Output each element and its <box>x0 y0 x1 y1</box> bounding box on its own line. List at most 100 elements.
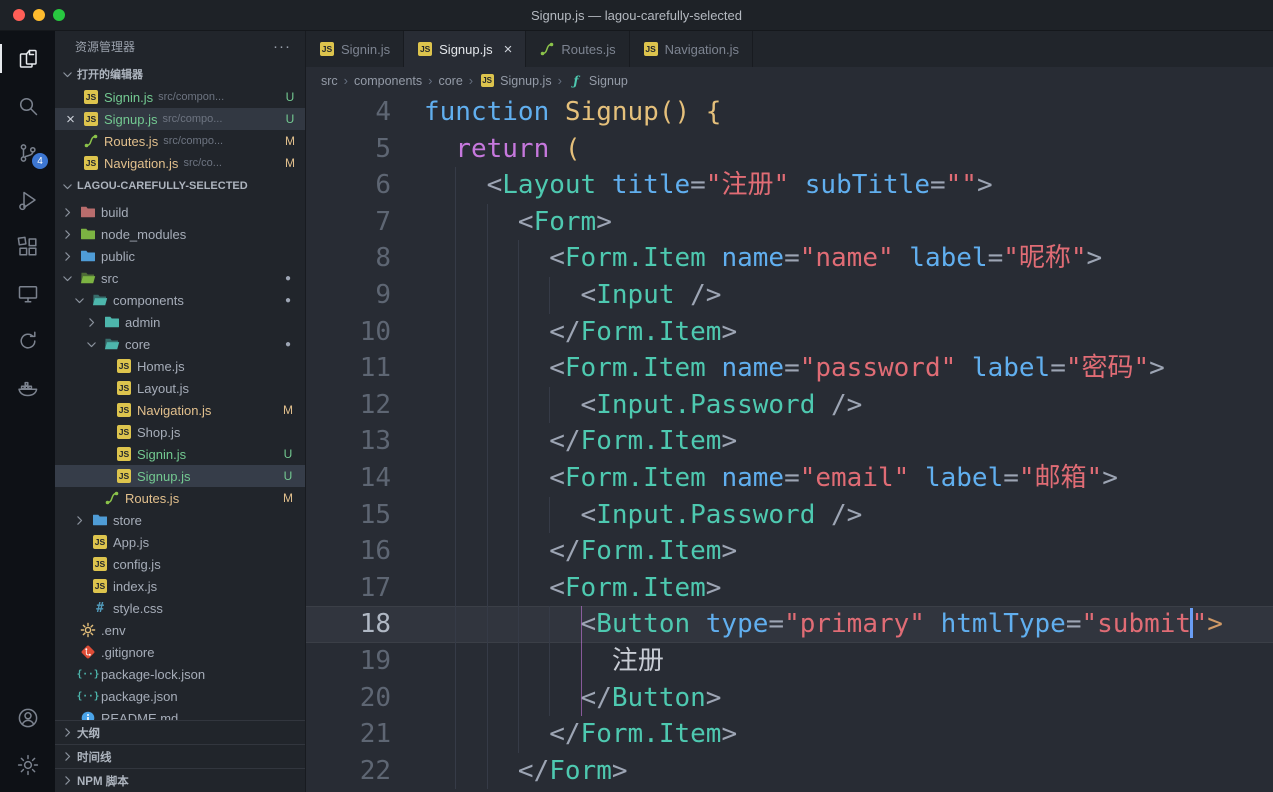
account-button[interactable] <box>0 694 55 741</box>
open-editor-signin-js[interactable]: JSSignin.jssrc/compon...U <box>55 86 305 108</box>
code-line-18[interactable]: 18 <Button type="primary" htmlType="subm… <box>306 606 1273 643</box>
code-line-17[interactable]: 17 <Form.Item> <box>306 570 1273 607</box>
tree-item-signin-js[interactable]: JSSignin.jsU <box>55 443 305 465</box>
code-line-9[interactable]: 9 <Input /> <box>306 277 1273 314</box>
chevron-spacer <box>71 600 87 616</box>
tree-item-components[interactable]: components● <box>55 289 305 311</box>
zoom-button[interactable] <box>53 9 65 21</box>
code-line-12[interactable]: 12 <Input.Password /> <box>306 387 1273 424</box>
breadcrumb-item-signup-js[interactable]: JSSignup.js <box>479 73 551 89</box>
tree-item-node-modules[interactable]: node_modules <box>55 223 305 245</box>
tree-item-public[interactable]: public <box>55 245 305 267</box>
code-line-22[interactable]: 22 </Form> <box>306 753 1273 790</box>
tree-item-style-css[interactable]: #style.css <box>55 597 305 619</box>
open-editor-routes-js[interactable]: Routes.jssrc/compo...M <box>55 130 305 152</box>
code-line-11[interactable]: 11 <Form.Item name="password" label="密码"… <box>306 350 1273 387</box>
extensions-button[interactable] <box>0 223 55 270</box>
tree-item-routes-js[interactable]: Routes.jsM <box>55 487 305 509</box>
close-icon[interactable]: × <box>63 112 78 127</box>
js-file-icon: JS <box>116 402 132 418</box>
tree-item-store[interactable]: store <box>55 509 305 531</box>
js-file-icon: JS <box>83 155 99 171</box>
tree-item-gitignore[interactable]: .gitignore <box>55 641 305 663</box>
code-line-6[interactable]: 6 <Layout title="注册" subTitle=""> <box>306 167 1273 204</box>
open-editors-header[interactable]: 打开的编辑器 <box>55 62 305 86</box>
routes-file-icon <box>539 41 555 57</box>
tab-signin-js[interactable]: JSSignin.js <box>306 31 404 67</box>
tree-item-admin[interactable]: admin <box>55 311 305 333</box>
line-content: </Form.Item> <box>418 314 1273 351</box>
tree-item-package-lock-json[interactable]: {··}package-lock.json <box>55 663 305 685</box>
code-line-21[interactable]: 21 </Form.Item> <box>306 716 1273 753</box>
code-line-16[interactable]: 16 </Form.Item> <box>306 533 1273 570</box>
tree-item-build[interactable]: build <box>55 201 305 223</box>
json-file-icon: {··} <box>80 688 96 704</box>
run-debug-button[interactable] <box>0 176 55 223</box>
code-line-15[interactable]: 15 <Input.Password /> <box>306 497 1273 534</box>
sync-button[interactable] <box>0 317 55 364</box>
breadcrumb-item-src[interactable]: src <box>321 74 338 88</box>
explorer-button[interactable] <box>0 35 55 82</box>
tab-signup-js[interactable]: JSSignup.js× <box>404 31 526 67</box>
vscode-window: Signup.js — lagou-carefully-selected 4 资… <box>0 0 1273 792</box>
code-line-19[interactable]: 19 注册 <box>306 643 1273 680</box>
minimize-button[interactable] <box>33 9 45 21</box>
breadcrumb-label: src <box>321 74 338 88</box>
sidebar-panel-outline[interactable]: 大纲 <box>55 720 305 744</box>
open-editor-signup-js[interactable]: ×JSSignup.jssrc/compo...U <box>55 108 305 130</box>
code-line-7[interactable]: 7 <Form> <box>306 204 1273 241</box>
code-line-8[interactable]: 8 <Form.Item name="name" label="昵称"> <box>306 240 1273 277</box>
code-line-13[interactable]: 13 </Form.Item> <box>306 423 1273 460</box>
search-button[interactable] <box>0 82 55 129</box>
tree-item-package-json[interactable]: {··} package.json <box>55 685 305 707</box>
tree-item-config-js[interactable]: JSconfig.js <box>55 553 305 575</box>
code-line-4[interactable]: 4function Signup() { <box>306 94 1273 131</box>
sidebar-panel-npm-scripts[interactable]: NPM 脚本 <box>55 768 305 792</box>
line-number: 9 <box>306 277 418 314</box>
tree-item-env[interactable]: .env <box>55 619 305 641</box>
tree-item-layout-js[interactable]: JSLayout.js <box>55 377 305 399</box>
file-path: src/compo... <box>162 113 278 125</box>
tree-item-shop-js[interactable]: JSShop.js <box>55 421 305 443</box>
tree-item-label: components <box>113 293 184 308</box>
more-actions-icon[interactable]: ··· <box>273 38 291 55</box>
chevron-right-icon <box>71 512 87 528</box>
close-icon[interactable]: × <box>504 42 513 57</box>
chevron-down-icon <box>71 292 87 308</box>
settings-button[interactable] <box>0 741 55 788</box>
chevron-spacer <box>59 622 75 638</box>
tab-label: Signup.js <box>439 42 492 57</box>
code-line-14[interactable]: 14 <Form.Item name="email" label="邮箱"> <box>306 460 1273 497</box>
tree-item-label: package.json <box>101 689 178 704</box>
sync-icon <box>16 329 40 353</box>
project-header[interactable]: LAGOU-CAREFULLY-SELECTED <box>55 174 305 198</box>
account-icon <box>16 706 40 730</box>
breadcrumb-item-components[interactable]: components <box>354 74 422 88</box>
docker-button[interactable] <box>0 364 55 411</box>
tab-routes-js[interactable]: Routes.js <box>526 31 629 67</box>
code-line-5[interactable]: 5 return ( <box>306 131 1273 168</box>
tree-item-app-js[interactable]: JSApp.js <box>55 531 305 553</box>
sidebar-panel-timeline[interactable]: 时间线 <box>55 744 305 768</box>
breadcrumb-item-core[interactable]: core <box>438 74 462 88</box>
tree-item-index-js[interactable]: JSindex.js <box>55 575 305 597</box>
code-line-10[interactable]: 10 </Form.Item> <box>306 314 1273 351</box>
breadcrumb-item-signup[interactable]: ƒSignup <box>568 73 628 89</box>
code-line-20[interactable]: 20 </Button> <box>306 680 1273 717</box>
js-file-icon: JS <box>643 41 659 57</box>
chevron-spacer <box>71 556 87 572</box>
tree-item-label: store <box>113 513 142 528</box>
css-file-icon: # <box>92 600 108 616</box>
tree-item-src[interactable]: src● <box>55 267 305 289</box>
source-control-button[interactable]: 4 <box>0 129 55 176</box>
tree-item-signup-js[interactable]: JSSignup.jsU <box>55 465 305 487</box>
tree-item-navigation-js[interactable]: JSNavigation.jsM <box>55 399 305 421</box>
tree-item-readme-md[interactable]: README.md <box>55 707 305 720</box>
tree-item-home-js[interactable]: JSHome.js <box>55 355 305 377</box>
remote-explorer-button[interactable] <box>0 270 55 317</box>
tab-navigation-js[interactable]: JSNavigation.js <box>630 31 753 67</box>
open-editor-navigation-js[interactable]: JSNavigation.jssrc/co...M <box>55 152 305 174</box>
tree-item-core[interactable]: core● <box>55 333 305 355</box>
close-button[interactable] <box>13 9 25 21</box>
code-editor[interactable]: 4function Signup() {5 return (6 <Layout … <box>306 94 1273 792</box>
